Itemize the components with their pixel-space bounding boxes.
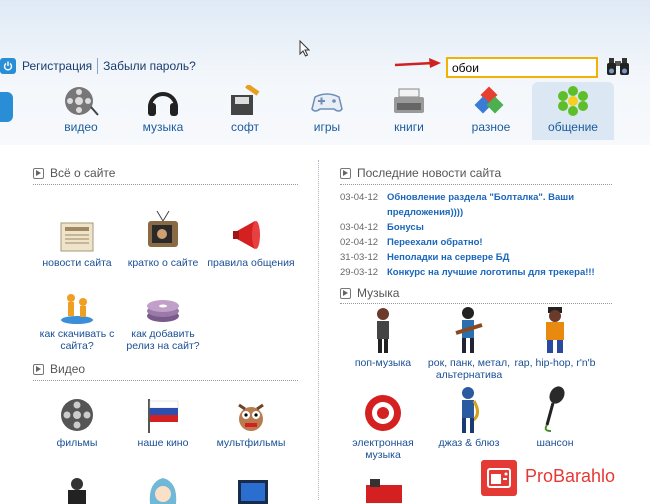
nav-item-books[interactable]: книги	[368, 82, 450, 140]
tile-films[interactable]: фильмы	[32, 385, 122, 449]
megaphone-icon	[231, 205, 271, 255]
category-nav: видео музыка софт игры книги разное обще…	[40, 82, 614, 140]
news-item[interactable]: 31-03-12 Неполадки на сервере БД	[340, 250, 620, 265]
singer-icon	[368, 305, 398, 355]
gamepad-icon	[309, 84, 345, 118]
logo-fragment	[0, 92, 13, 122]
tile-jazz[interactable]: джаз & блюз	[424, 385, 514, 449]
tile-how-add-release[interactable]: как добавить релиз на сайт?	[118, 276, 208, 352]
section-underline	[33, 184, 298, 185]
nav-item-video[interactable]: видео	[40, 82, 122, 140]
people-figures-icon	[57, 276, 97, 326]
tile-rules[interactable]: правила общения	[206, 205, 296, 269]
tile-cartoons[interactable]: мультфильмы	[206, 385, 296, 449]
watermark-logo-icon	[481, 460, 517, 496]
tile-chanson[interactable]: шансон	[510, 385, 600, 449]
tile-our-cinema[interactable]: наше кино	[118, 385, 208, 449]
microphone-icon	[539, 385, 571, 435]
watermark-text: ProBarahlo	[525, 466, 616, 486]
news-list: 03-04-12 Обновление раздела "Болталка". …	[340, 190, 620, 280]
arrow-bullet-icon	[340, 287, 351, 299]
film-reel-icon	[63, 84, 99, 118]
watermark-overlay: ProBarahlo	[421, 452, 650, 504]
arrow-bullet-icon	[33, 167, 44, 179]
flower-icon	[555, 84, 591, 118]
disc-stack-icon	[143, 276, 183, 326]
monitor-icon	[238, 480, 268, 504]
section-underline	[340, 303, 612, 304]
red-arrow-icon	[394, 58, 441, 68]
tile-pop-music[interactable]: поп-музыка	[338, 305, 428, 369]
camera-operator-icon	[68, 478, 86, 504]
colored-blocks-icon	[473, 84, 509, 118]
column-divider	[318, 160, 319, 500]
newspaper-icon	[57, 205, 97, 255]
separator	[97, 58, 99, 74]
tile-how-download[interactable]: как скачивать с сайта?	[32, 276, 122, 352]
section-header-music: Музыка	[340, 286, 399, 300]
arrow-bullet-icon	[33, 363, 44, 375]
login-bar: Регистрация Забыли пароль?	[0, 56, 196, 76]
section-underline	[33, 380, 298, 381]
mouse-cursor-icon	[299, 40, 311, 57]
guitarist-icon	[452, 305, 486, 355]
section-header-news: Последние новости сайта	[340, 166, 501, 180]
tile-rock[interactable]: рок, панк, метал, альтернатива	[424, 305, 514, 381]
binoculars-icon[interactable]	[606, 57, 630, 77]
speaker-icon	[363, 385, 403, 435]
nav-item-soft[interactable]: софт	[204, 82, 286, 140]
tile-electronic[interactable]: электронная музыка	[338, 385, 428, 461]
news-item[interactable]: 03-04-12 Бонусы	[340, 220, 620, 235]
film-reel-icon	[57, 385, 97, 435]
power-icon[interactable]	[0, 58, 16, 74]
news-item[interactable]: 02-04-12 Переехали обратно!	[340, 235, 620, 250]
section-underline	[340, 184, 612, 185]
saxophonist-icon	[452, 385, 486, 435]
search-input[interactable]	[446, 57, 598, 78]
nav-item-communication[interactable]: общение	[532, 82, 614, 140]
news-item[interactable]: 29-03-12 Конкурс на лучшие логотипы для …	[340, 265, 620, 280]
section-header-video: Видео	[33, 362, 85, 376]
old-tv-icon	[145, 205, 181, 255]
cartoon-character-icon	[231, 385, 271, 435]
news-item[interactable]: 03-04-12 Обновление раздела "Болталка". …	[340, 190, 620, 220]
software-icon	[227, 84, 263, 118]
nav-item-misc[interactable]: разное	[450, 82, 532, 140]
arrow-bullet-icon	[340, 167, 351, 179]
russian-flag-icon	[143, 385, 183, 435]
tile-about-site[interactable]: кратко о сайте	[118, 205, 208, 269]
music-equipment-icon	[366, 479, 402, 503]
tile-rap[interactable]: rap, hip-hop, r'n'b	[510, 305, 600, 369]
rapper-icon	[539, 305, 571, 355]
tile-site-news[interactable]: новости сайта	[32, 205, 122, 269]
anime-character-icon	[149, 478, 177, 504]
nav-item-music[interactable]: музыка	[122, 82, 204, 140]
nav-item-games[interactable]: игры	[286, 82, 368, 140]
register-link[interactable]: Регистрация	[22, 59, 92, 73]
forgot-password-link[interactable]: Забыли пароль?	[103, 59, 196, 73]
section-header-about: Всё о сайте	[33, 166, 115, 180]
typewriter-icon	[391, 84, 427, 118]
headphones-icon	[145, 84, 181, 118]
